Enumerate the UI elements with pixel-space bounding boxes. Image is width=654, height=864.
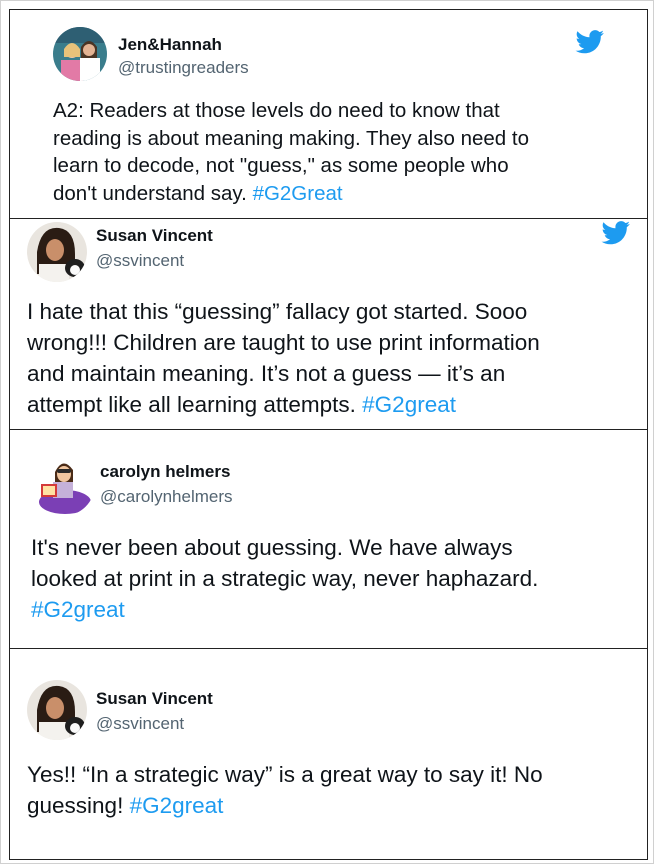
tweet-line-text: wrong!!! Children are taught to use prin… <box>27 330 540 355</box>
tweet-text: Yes!! “In a strategic way” is a great wa… <box>27 759 543 821</box>
hashtag-link[interactable]: #G2great <box>362 392 456 417</box>
tweet-line-text: A2: Readers at those levels do need to k… <box>53 99 500 122</box>
tweet-card[interactable]: Jen&Hannah @trustingreaders A2: Readers … <box>9 9 648 219</box>
tweet-line-text: and maintain meaning. It’s not a guess —… <box>27 361 506 386</box>
author-handle[interactable]: @ssvincent <box>96 251 184 271</box>
tweet-line-text: learn to decode, not "guess," as some pe… <box>53 154 509 177</box>
avatar[interactable] <box>27 222 87 282</box>
tweet-line: I hate that this “guessing” fallacy got … <box>27 296 540 327</box>
author-name[interactable]: Jen&Hannah <box>118 35 222 55</box>
tweet-line-text: I hate that this “guessing” fallacy got … <box>27 299 528 324</box>
tweet-text: I hate that this “guessing” fallacy got … <box>27 296 540 420</box>
tweet-line-text: reading is about meaning making. They al… <box>53 126 529 150</box>
tweet-line: #G2great <box>31 594 538 625</box>
avatar[interactable] <box>31 452 95 516</box>
twitter-bird-icon[interactable] <box>575 30 605 54</box>
author-name[interactable]: Susan Vincent <box>96 689 213 709</box>
tweet-card[interactable]: Susan Vincent @ssvincent Yes!! “In a str… <box>9 648 648 860</box>
tweet-line: A2: Readers at those levels do need to k… <box>53 97 529 125</box>
author-handle[interactable]: @carolynhelmers <box>100 487 233 507</box>
tweet-line: don't understand say. #G2Great <box>53 180 529 208</box>
tweet-line: wrong!!! Children are taught to use prin… <box>27 327 540 358</box>
tweet-line: and maintain meaning. It’s not a guess —… <box>27 358 540 389</box>
tweet-card[interactable]: carolyn helmers @carolynhelmers It's nev… <box>9 429 648 649</box>
tweet-text: A2: Readers at those levels do need to k… <box>53 97 529 207</box>
author-handle[interactable]: @trustingreaders <box>118 58 249 78</box>
tweet-line-text: Yes!! “In a strategic way” is a great wa… <box>27 762 543 787</box>
hashtag-link[interactable]: #G2Great <box>253 182 343 205</box>
tweet-line-text: attempt like all learning attempts. <box>27 392 363 417</box>
author-name[interactable]: carolyn helmers <box>100 462 230 482</box>
tweet-line-text: looked at print in a strategic way, neve… <box>31 566 539 591</box>
author-handle[interactable]: @ssvincent <box>96 714 184 734</box>
tweet-line: learn to decode, not "guess," as some pe… <box>53 152 529 180</box>
tweet-line: reading is about meaning making. They al… <box>53 125 529 153</box>
tweet-line-text: It's never been about guessing. We have … <box>31 535 513 560</box>
author-name[interactable]: Susan Vincent <box>96 226 213 246</box>
tweet-line: guessing! #G2great <box>27 790 543 821</box>
tweet-text: It's never been about guessing. We have … <box>31 532 538 625</box>
avatar[interactable] <box>27 680 87 740</box>
tweet-line: attempt like all learning attempts. #G2g… <box>27 389 540 420</box>
hashtag-link[interactable]: #G2great <box>31 597 125 622</box>
tweet-card[interactable]: Susan Vincent @ssvincent I hate that thi… <box>9 218 648 430</box>
tweet-line-text: guessing! <box>27 793 130 818</box>
twitter-bird-icon[interactable] <box>601 221 631 245</box>
tweet-line-text: don't understand say. <box>53 181 253 205</box>
tweet-line: Yes!! “In a strategic way” is a great wa… <box>27 759 543 790</box>
tweet-line: looked at print in a strategic way, neve… <box>31 563 538 594</box>
tweet-line: It's never been about guessing. We have … <box>31 532 538 563</box>
avatar[interactable] <box>53 27 107 81</box>
hashtag-link[interactable]: #G2great <box>130 793 224 818</box>
